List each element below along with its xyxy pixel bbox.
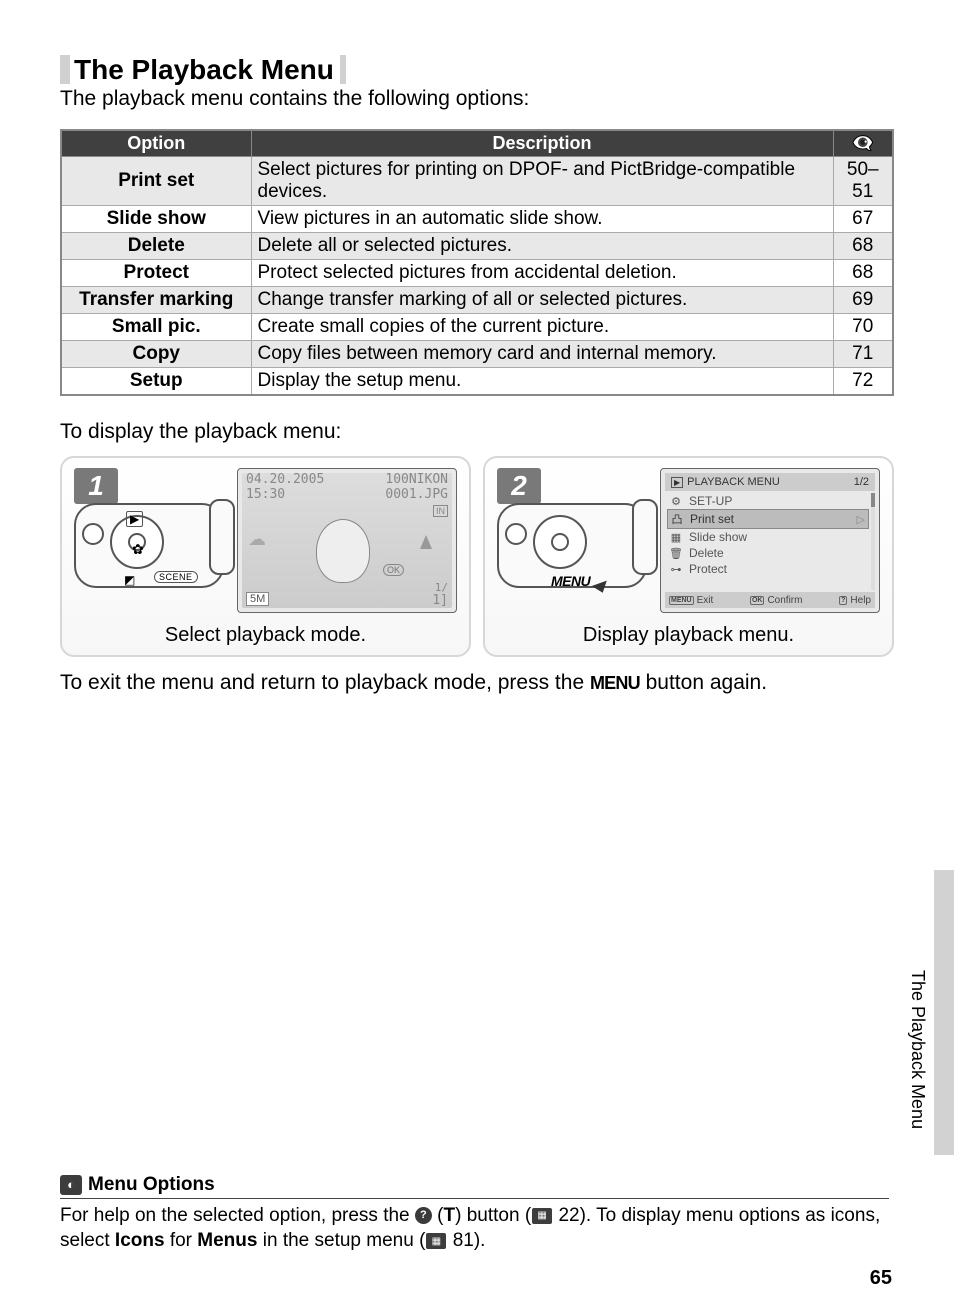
description-cell: Create small copies of the current pictu…: [251, 314, 833, 341]
description-cell: Delete all or selected pictures.: [251, 233, 833, 260]
menu-item: 凸 Print set ▷: [667, 509, 869, 529]
option-cell: Protect: [61, 260, 251, 287]
table-row: CopyCopy files between memory card and i…: [61, 341, 893, 368]
camera-illustration-1: ▶ ✿ ◩ SCENE: [74, 493, 229, 608]
counter-den: 1]: [432, 593, 448, 608]
step-1-caption: Select playback mode.: [74, 624, 457, 647]
scrollbar: [871, 493, 875, 590]
table-row: SetupDisplay the setup menu.72: [61, 368, 893, 396]
note-title: Menu Options: [88, 1174, 215, 1196]
page-title: The Playback Menu: [60, 55, 346, 84]
table-row: DeleteDelete all or selected pictures.68: [61, 233, 893, 260]
step-1-card: 1 ▶ ✿ ◩ SCENE ☁ 04.20.2005 15:30 100NIKO…: [60, 456, 471, 657]
playback-icon: ▶: [671, 477, 683, 488]
in-badge: IN: [433, 505, 448, 517]
menu-screen-title: PLAYBACK MENU: [687, 476, 780, 488]
photo-filename: 0001.JPG: [385, 487, 448, 502]
page-ref-icon: ▦: [532, 1208, 552, 1224]
help-tag: ?: [839, 596, 847, 605]
display-instruction: To display the playback menu:: [60, 420, 894, 444]
menu-item: ⊶ Protect: [667, 561, 869, 577]
intro-text: The playback menu contains the following…: [60, 87, 894, 111]
table-row: ProtectProtect selected pictures from ac…: [61, 260, 893, 287]
menu-item-icon: ⊶: [669, 563, 683, 576]
table-row: Transfer markingChange transfer marking …: [61, 287, 893, 314]
menu-item-label: Delete: [689, 546, 724, 560]
page-cell: 67: [833, 206, 893, 233]
table-row: Small pic.Create small copies of the cur…: [61, 314, 893, 341]
photo-time: 15:30: [246, 487, 285, 502]
option-cell: Slide show: [61, 206, 251, 233]
description-cell: Copy files between memory card and inter…: [251, 341, 833, 368]
col-option: Option: [61, 130, 251, 157]
page-cell: 69: [833, 287, 893, 314]
menu-item-icon: ⚙: [669, 495, 683, 508]
description-cell: Protect selected pictures from accidenta…: [251, 260, 833, 287]
side-tab: [934, 870, 954, 1155]
col-description: Description: [251, 130, 833, 157]
menu-item-label: Slide show: [689, 530, 747, 544]
note-box: ◐ Menu Options For help on the selected …: [60, 1174, 889, 1254]
description-cell: Display the setup menu.: [251, 368, 833, 396]
description-cell: View pictures in an automatic slide show…: [251, 206, 833, 233]
col-page-icon: 👁‍🗨: [833, 130, 893, 157]
lcd-screen-1: ☁ 04.20.2005 15:30 100NIKON 0001.JPG IN …: [237, 468, 457, 613]
ok-icon: OK: [383, 564, 404, 576]
page-cell: 50–51: [833, 157, 893, 206]
size-badge: 5M: [246, 592, 269, 606]
help-button-icon: ?: [415, 1207, 432, 1224]
note-body: For help on the selected option, press t…: [60, 1203, 889, 1254]
menu-item-label: Protect: [689, 562, 727, 576]
option-cell: Setup: [61, 368, 251, 396]
table-row: Print setSelect pictures for printing on…: [61, 157, 893, 206]
option-cell: Copy: [61, 341, 251, 368]
confirm-tag: OK: [750, 596, 765, 605]
scene-badge: SCENE: [154, 571, 198, 583]
menu-word-inline: MENU: [590, 673, 640, 694]
page-cell: 68: [833, 260, 893, 287]
page-cell: 70: [833, 314, 893, 341]
help-label: Help: [850, 595, 871, 606]
table-row: Slide showView pictures in an automatic …: [61, 206, 893, 233]
description-cell: Select pictures for printing on DPOF- an…: [251, 157, 833, 206]
menu-item-label: Print set: [690, 512, 734, 526]
menu-item-icon: ▦: [669, 531, 683, 544]
lcd-screen-2: ▶ PLAYBACK MENU 1/2 ⚙ SET-UP 凸 Print set ▷ ▦ Sl…: [660, 468, 880, 613]
menu-item: 🗑 Delete: [667, 545, 869, 561]
exit-instruction: To exit the menu and return to playback …: [60, 671, 894, 695]
macro-icon: ✿: [132, 541, 144, 558]
step-2-caption: Display playback menu.: [497, 624, 880, 647]
page-number: 65: [870, 1267, 892, 1290]
photo-date: 04.20.2005: [246, 472, 324, 487]
chevron-right-icon: ▷: [857, 513, 865, 526]
description-cell: Change transfer marking of all or select…: [251, 287, 833, 314]
menu-item-icon: 🗑: [669, 547, 683, 560]
side-label: The Playback Menu: [907, 970, 928, 1129]
confirm-label: Confirm: [767, 595, 802, 606]
exit-label: Exit: [697, 595, 714, 606]
menu-item-label: SET-UP: [689, 494, 732, 508]
page-ref-icon: ▦: [426, 1233, 446, 1249]
page-cell: 71: [833, 341, 893, 368]
menu-item: ⚙ SET-UP: [667, 493, 869, 509]
note-icon: ◐: [60, 1175, 82, 1195]
option-cell: Delete: [61, 233, 251, 260]
play-icon: ▶: [126, 511, 143, 527]
page-cell: 68: [833, 233, 893, 260]
step-2-card: 2 MENU ▶PLAYBACK MENU 1/2 ⚙SET-UP凸Print …: [483, 456, 894, 657]
exit-tag: MENU: [669, 596, 694, 605]
menu-screen-page: 1/2: [854, 476, 869, 488]
menu-button-label: MENU: [551, 573, 590, 589]
camera-illustration-2: MENU: [497, 493, 652, 608]
playback-menu-table: Option Description 👁‍🗨 Print setSelect p…: [60, 129, 894, 396]
photo-folder: 100NIKON: [385, 472, 448, 487]
option-cell: Small pic.: [61, 314, 251, 341]
menu-item-icon: 凸: [670, 511, 684, 527]
camera-mode-icon: ◩: [124, 573, 135, 587]
menu-item: ▦ Slide show: [667, 529, 869, 545]
option-cell: Print set: [61, 157, 251, 206]
option-cell: Transfer marking: [61, 287, 251, 314]
page-cell: 72: [833, 368, 893, 396]
